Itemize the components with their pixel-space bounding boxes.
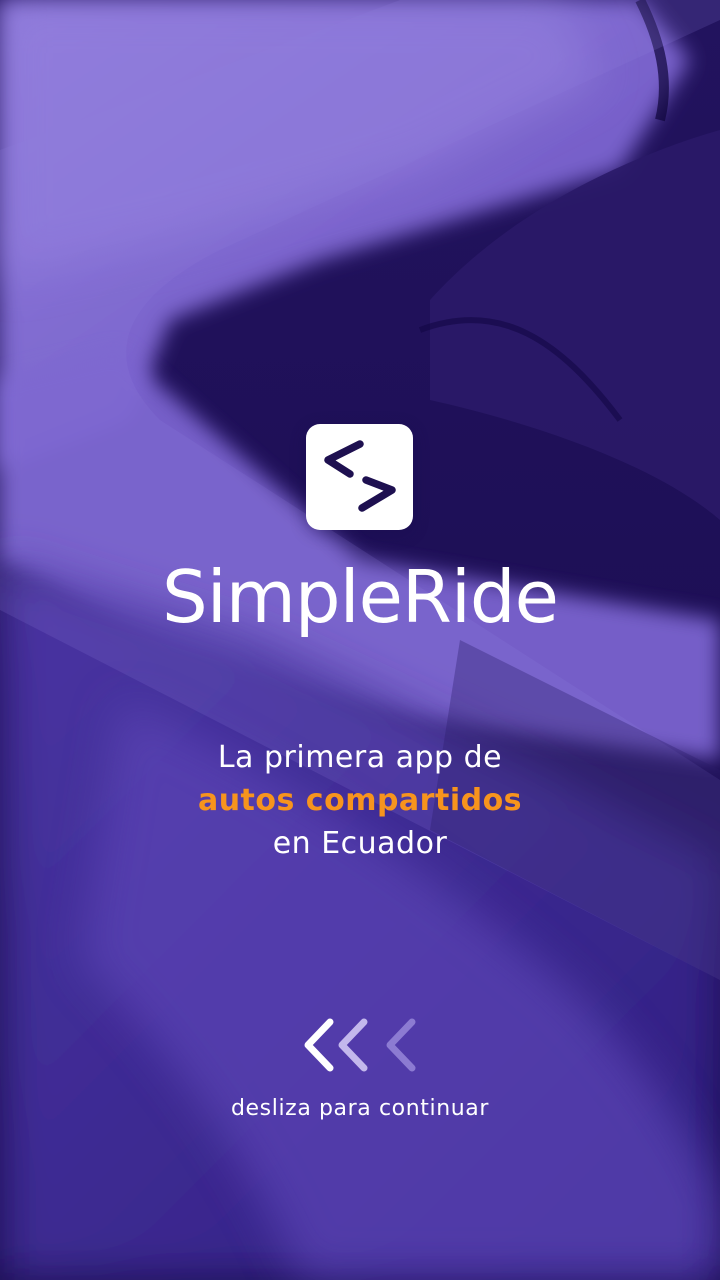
tagline-line-3: en Ecuador [272,826,448,861]
tagline-line-1: La primera app de [217,740,503,775]
code-brackets-icon [324,440,396,512]
tagline-highlight: autos compartidos [197,783,523,818]
swipe-hint: desliza para continuar [230,1096,490,1121]
splash-screen[interactable]: SimpleRide La primera app de autos compa… [0,0,720,1280]
app-logo [306,424,413,530]
tagline: La primera app de autos compartidos en E… [0,736,720,865]
app-name: SimpleRide [162,555,559,639]
triple-chevron-left-icon[interactable] [300,1016,420,1074]
